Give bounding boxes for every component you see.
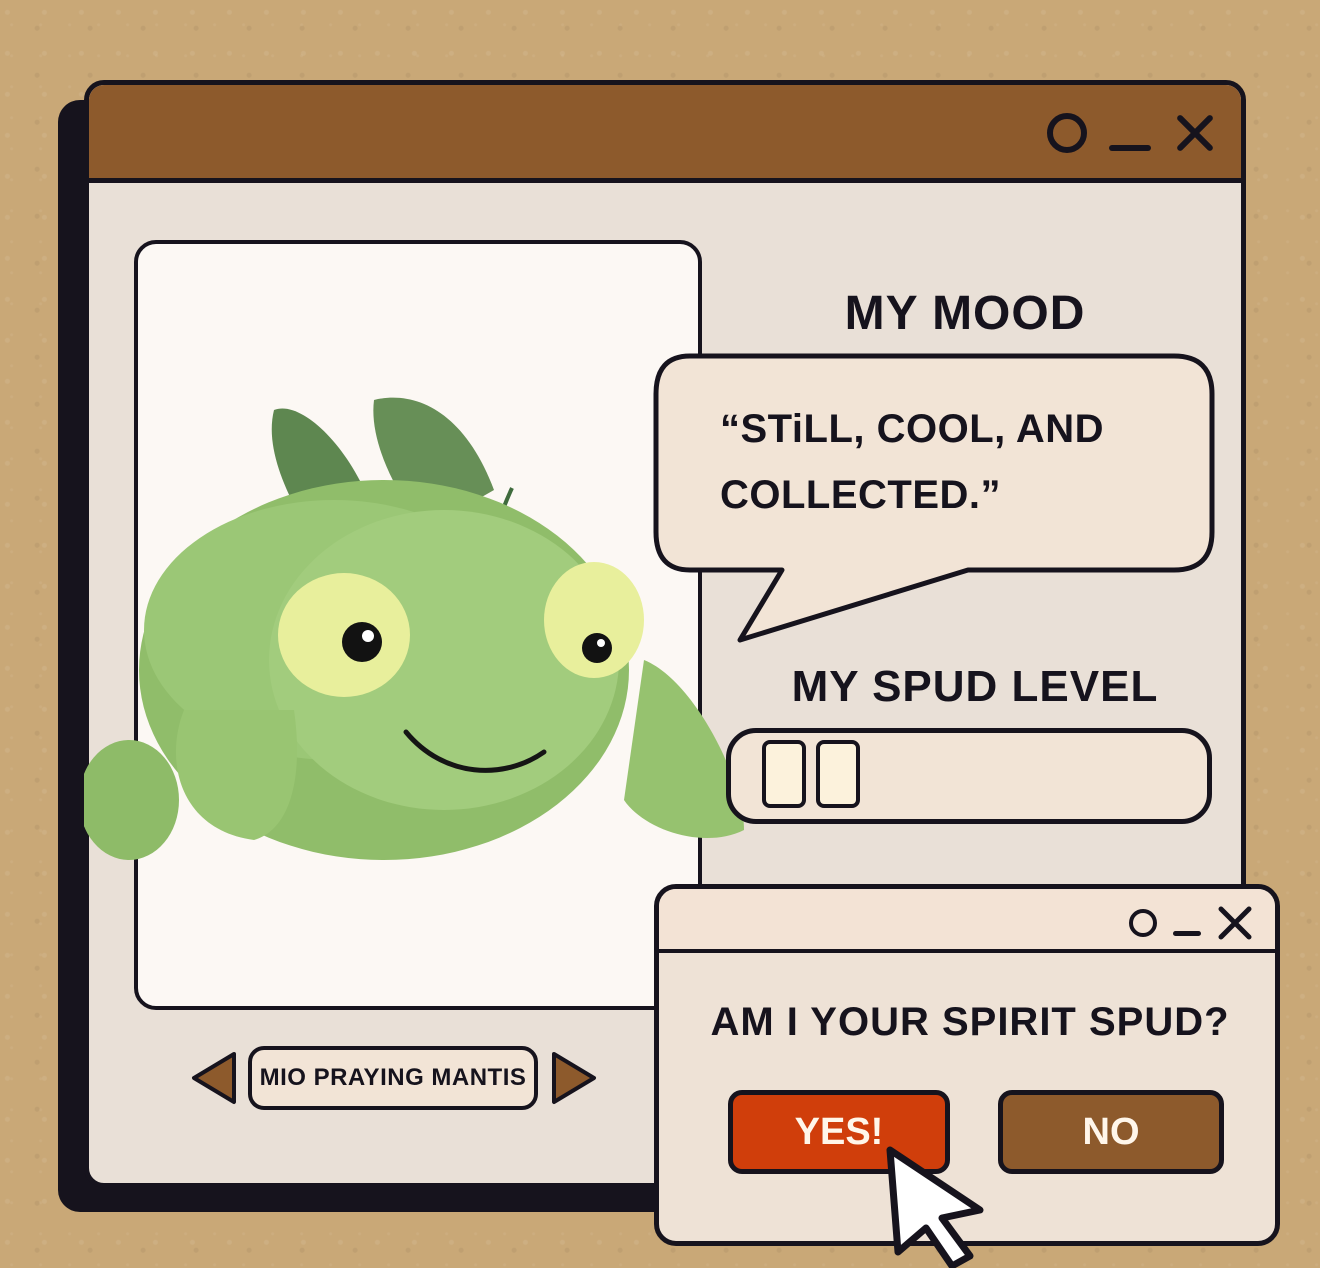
close-icon[interactable] [1169, 107, 1221, 159]
no-button[interactable]: NO [998, 1090, 1224, 1174]
product-name-label: MIO PRAYING MANTIS [248, 1046, 538, 1110]
mood-quote-line2: COLLECTED.” [720, 473, 1002, 517]
dialog-question: AM I YOUR SPIRIT SPUD? [710, 1000, 1230, 1044]
mood-heading: MY MOOD [844, 287, 1086, 340]
mood-quote-line1: “STiLL, COOL, AND [720, 407, 1105, 451]
spud-level-cell [816, 740, 860, 808]
dialog-maximize-circle-icon[interactable] [1129, 909, 1157, 937]
dialog-minimize-icon[interactable] [1173, 931, 1201, 936]
prev-product-arrow-icon[interactable] [190, 1050, 238, 1106]
maximize-circle-icon[interactable] [1047, 113, 1087, 153]
spud-level-heading: MY SPUD LEVEL [791, 662, 1159, 711]
dialog-titlebar[interactable] [659, 889, 1275, 953]
mood-quote: “STiLL, COOL, AND COLLECTED.” [720, 396, 1170, 528]
main-titlebar[interactable] [89, 85, 1241, 183]
next-product-arrow-icon[interactable] [550, 1050, 598, 1106]
spud-level-cells [762, 740, 860, 808]
dialog-close-icon[interactable] [1215, 903, 1255, 943]
spud-level-cell [762, 740, 806, 808]
mouse-pointer-icon [886, 1146, 984, 1268]
minimize-icon[interactable] [1109, 145, 1151, 151]
